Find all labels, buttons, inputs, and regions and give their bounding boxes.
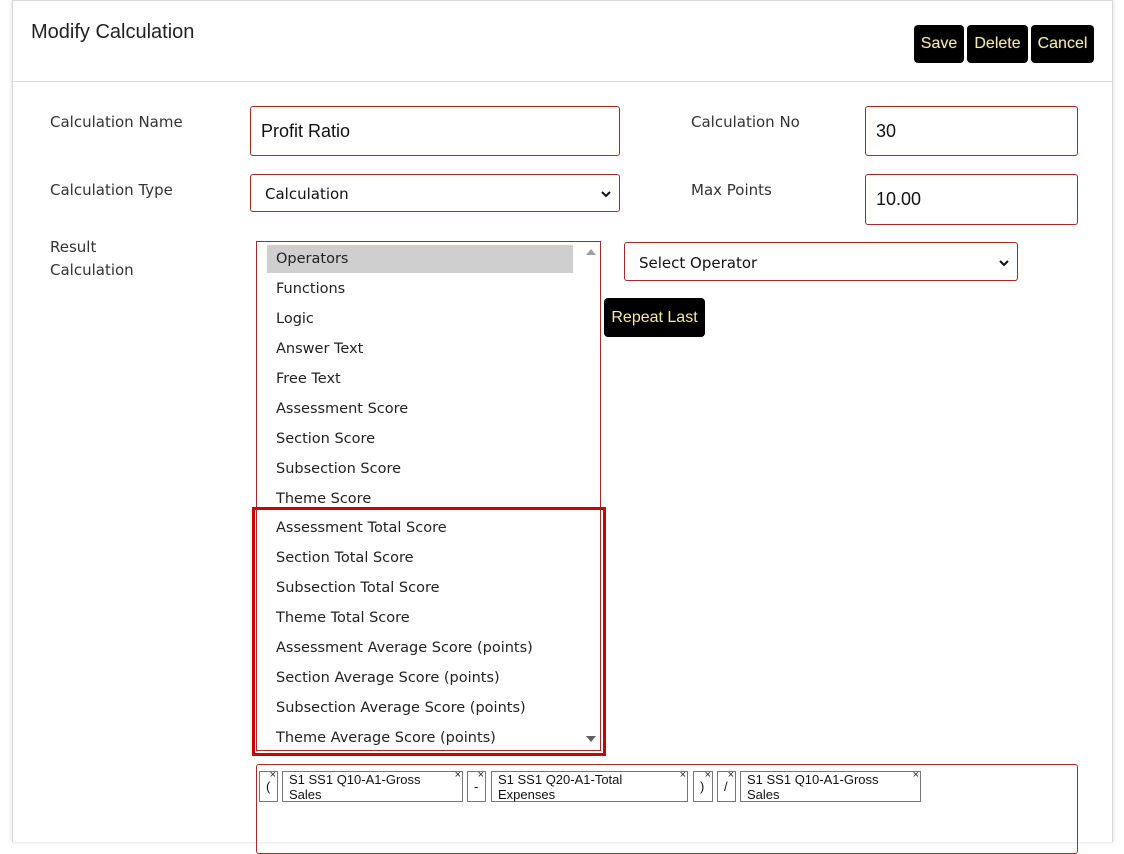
list-item[interactable]: Section Score [267, 425, 573, 453]
expression-token[interactable]: S1 SS1 Q10-A1-Gross Sales × [740, 769, 921, 802]
operator-select[interactable]: Select Operator [624, 242, 1018, 281]
calculation-name-input[interactable]: Profit Ratio [250, 106, 620, 156]
page-title: Modify Calculation [31, 21, 195, 43]
operator-select-value: Select Operator [639, 254, 758, 272]
list-item[interactable]: Answer Text [267, 335, 573, 363]
expression-token[interactable]: S1 SS1 Q20-A1-Total Expenses × [491, 769, 688, 802]
token-text: ) [700, 779, 705, 794]
panel-header: Modify Calculation Save Delete Cancel [13, 1, 1112, 82]
calculation-no-value: 30 [876, 121, 897, 141]
repeat-last-button[interactable]: Repeat Last [604, 298, 705, 337]
list-item[interactable]: Section Total Score [267, 544, 573, 572]
list-item[interactable]: Subsection Average Score (points) [267, 694, 573, 722]
result-calculation-label-line2: Calculation [50, 261, 134, 279]
list-item[interactable]: Assessment Average Score (points) [267, 634, 573, 662]
result-calculation-label: Result [50, 238, 97, 256]
remove-token-icon[interactable]: × [680, 769, 686, 781]
list-item[interactable]: Section Average Score (points) [267, 664, 573, 692]
list-item[interactable]: Theme Score [267, 485, 573, 513]
list-item[interactable]: Free Text [267, 365, 573, 393]
max-points-label: Max Points [691, 181, 772, 199]
calculation-name-label: Calculation Name [50, 113, 183, 131]
expression-token[interactable]: S1 SS1 Q10-A1-Gross Sales × [282, 769, 463, 802]
token-text: - [474, 779, 479, 794]
modify-calculation-panel: Modify Calculation Save Delete Cancel Ca… [12, 0, 1113, 854]
calculation-type-value: Calculation [265, 185, 349, 203]
remove-token-icon[interactable]: × [728, 769, 734, 781]
save-button[interactable]: Save [914, 25, 964, 63]
expression-token[interactable]: ( × [259, 769, 278, 802]
list-item[interactable]: Assessment Score [267, 395, 573, 423]
remove-token-icon[interactable]: × [455, 769, 461, 781]
calculation-type-select[interactable]: Calculation [250, 174, 620, 212]
max-points-input[interactable]: 10.00 [865, 174, 1078, 225]
calculation-no-input[interactable]: 30 [865, 106, 1078, 156]
calculation-type-label: Calculation Type [50, 181, 173, 199]
expression-token[interactable]: - × [467, 769, 486, 802]
token-text: / [724, 779, 728, 794]
list-item[interactable]: Subsection Total Score [267, 574, 573, 602]
scroll-down-arrow-icon[interactable] [586, 736, 596, 743]
delete-button[interactable]: Delete [967, 25, 1028, 63]
list-item[interactable]: Theme Total Score [267, 604, 573, 632]
token-text: ( [266, 779, 271, 794]
remove-token-icon[interactable]: × [913, 769, 919, 781]
listbox-scrollbar[interactable] [582, 242, 600, 750]
calculation-name-value: Profit Ratio [261, 121, 351, 141]
scroll-up-arrow-icon[interactable] [586, 248, 596, 255]
token-text: S1 SS1 Q20-A1-Total Expenses [498, 771, 623, 802]
list-item[interactable]: Theme Average Score (points) [267, 724, 573, 750]
list-item[interactable]: Functions [267, 275, 573, 303]
expression-token[interactable]: ) × [693, 769, 713, 802]
remove-token-icon[interactable]: × [705, 769, 711, 781]
token-text: S1 SS1 Q10-A1-Gross Sales [747, 771, 879, 802]
remove-token-icon[interactable]: × [478, 769, 484, 781]
max-points-value: 10.00 [876, 189, 922, 209]
calculation-no-label: Calculation No [691, 113, 800, 131]
list-item[interactable]: Logic [267, 305, 573, 333]
chevron-down-icon [999, 260, 1009, 267]
cancel-button[interactable]: Cancel [1031, 25, 1094, 63]
category-listbox[interactable]: Operators Functions Logic Answer Text Fr… [256, 241, 601, 751]
list-item[interactable]: Subsection Score [267, 455, 573, 483]
expression-token[interactable]: / × [717, 769, 736, 802]
token-text: S1 SS1 Q10-A1-Gross Sales [289, 771, 421, 802]
chevron-down-icon [601, 191, 611, 198]
list-item-operators[interactable]: Operators [267, 245, 573, 273]
list-item[interactable]: Assessment Total Score [267, 514, 573, 542]
remove-token-icon[interactable]: × [270, 769, 276, 781]
